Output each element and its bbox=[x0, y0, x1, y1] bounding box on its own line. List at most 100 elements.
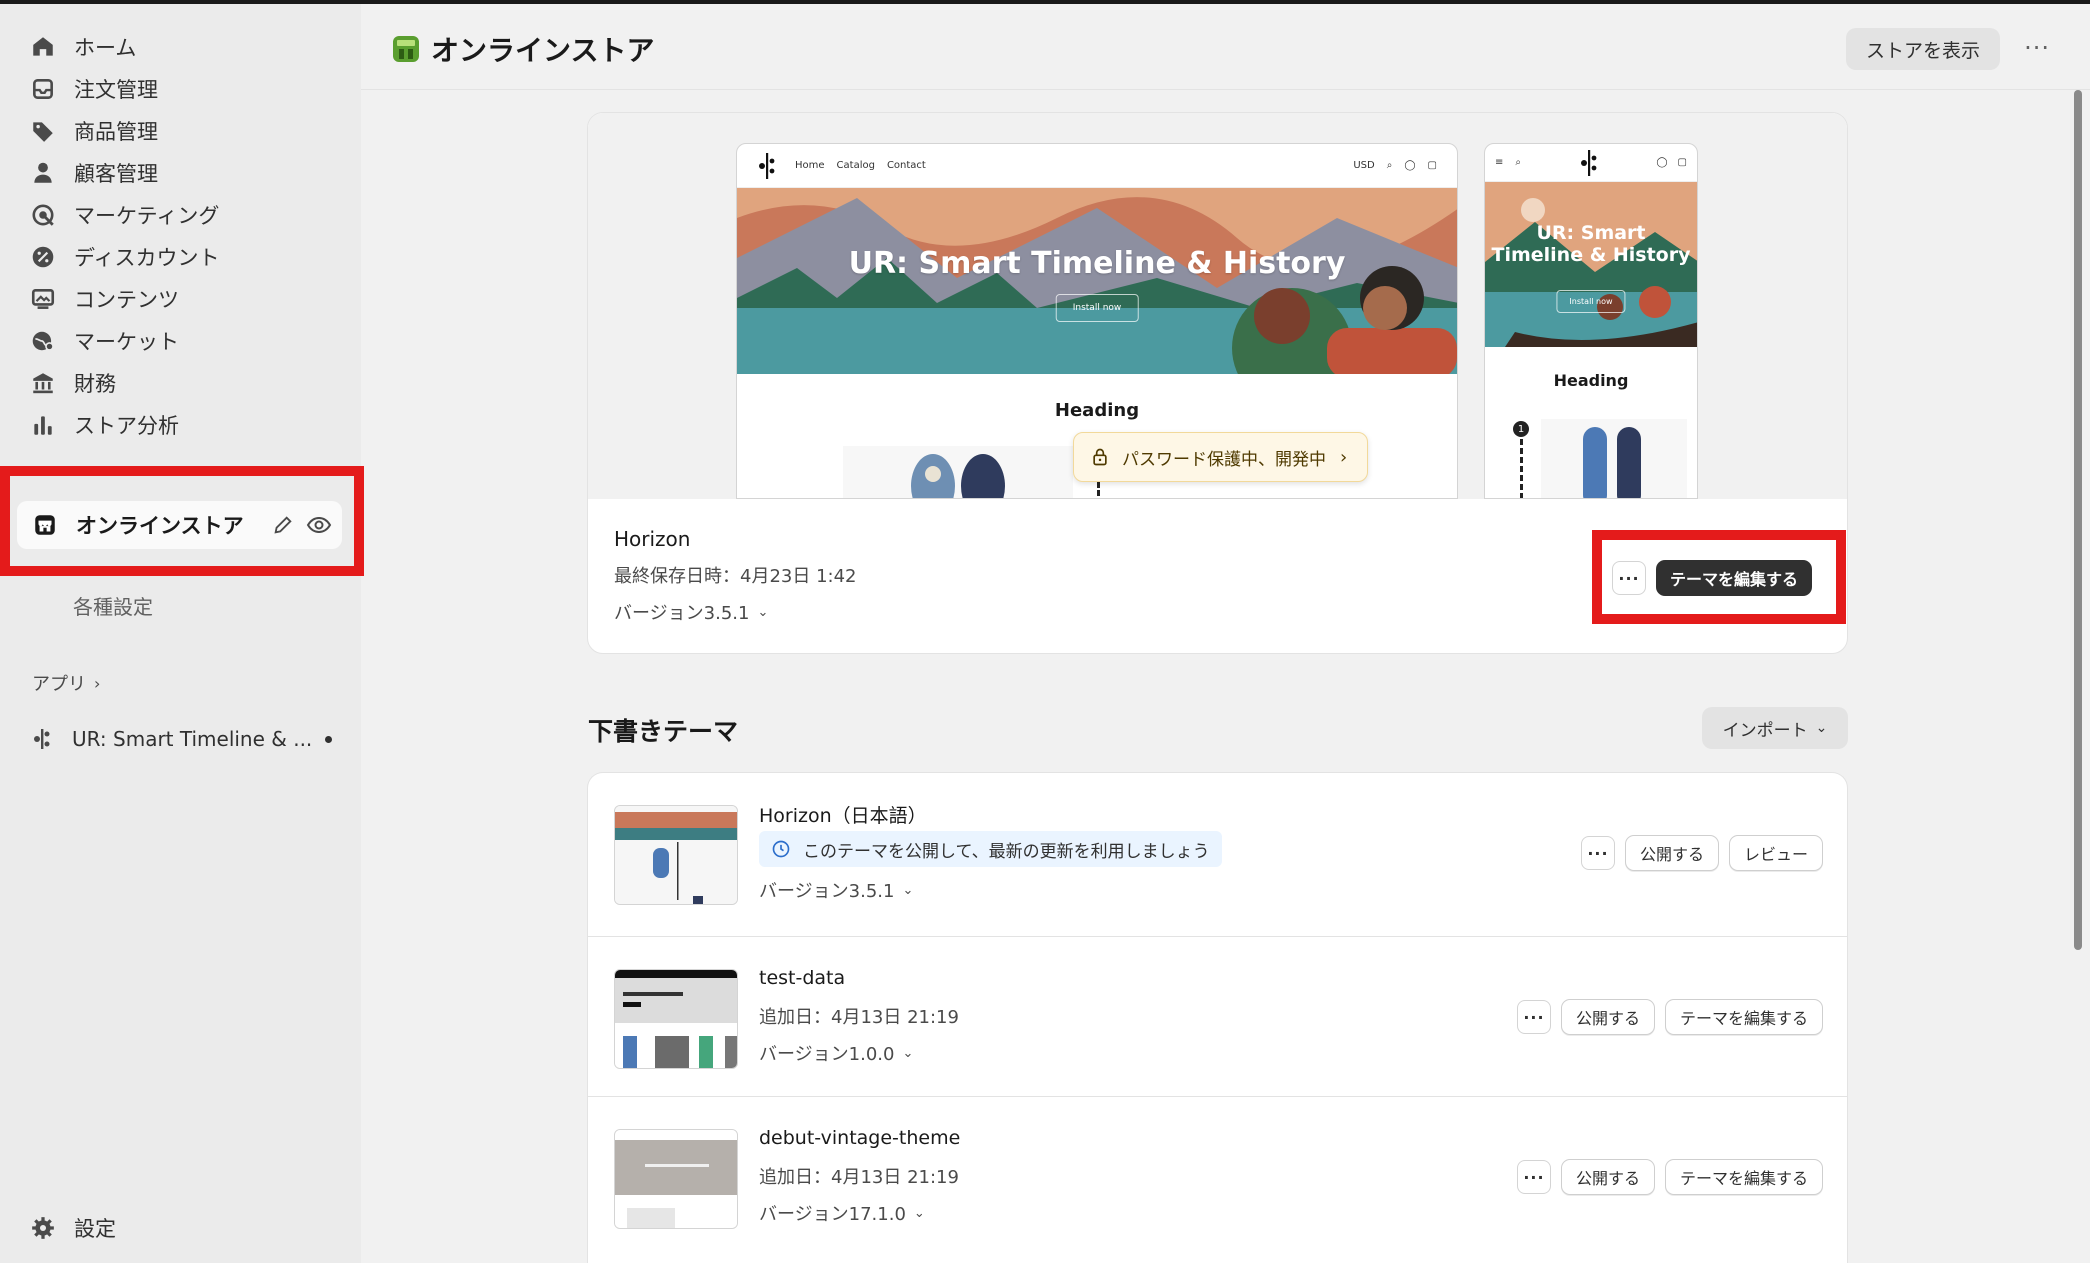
draft-version-toggle[interactable]: バージョン17.1.0 ⌄ bbox=[759, 1200, 925, 1226]
apps-label: アプリ bbox=[32, 674, 86, 695]
lock-icon bbox=[1093, 448, 1107, 466]
draft-theme-added: 追加日：4月13日 21:19 bbox=[759, 1167, 959, 1188]
sidebar-item-customers[interactable]: 顧客管理 bbox=[30, 154, 158, 192]
image-icon bbox=[31, 289, 55, 309]
gear-icon bbox=[32, 1217, 54, 1239]
sidebar-item-orders[interactable]: 注文管理 bbox=[30, 70, 158, 108]
chevron-down-icon: ⌄ bbox=[902, 882, 914, 898]
sidebar-item-analytics[interactable]: ストア分析 bbox=[30, 406, 179, 444]
sidebar-item-label: 顧客管理 bbox=[74, 162, 158, 186]
pin-dot-icon bbox=[325, 735, 332, 743]
sidebar-item-content[interactable]: コンテンツ bbox=[30, 280, 179, 318]
current-theme-saved: 最終保存日時：4月23日 1:42 bbox=[614, 566, 857, 587]
import-label: インポート bbox=[1722, 720, 1808, 741]
update-notice: このテーマを公開して、最新の更新を利用しましょう bbox=[759, 831, 1222, 867]
sidebar-item-markets[interactable]: マーケット bbox=[30, 322, 179, 360]
preview-logo-icon bbox=[1580, 149, 1597, 176]
theme-thumbnail bbox=[614, 969, 738, 1069]
draft-themes-card: Horizon（日本語） このテーマを公開して、最新の更新を利用しましょう バー… bbox=[587, 772, 1848, 1263]
sidebar-item-marketing[interactable]: マーケティング bbox=[30, 196, 219, 234]
mobile-preview-heading: Heading bbox=[1553, 371, 1629, 390]
sidebar-item-products[interactable]: 商品管理 bbox=[30, 112, 158, 150]
preview-logo-icon bbox=[759, 152, 775, 179]
scrollbar[interactable] bbox=[2074, 90, 2082, 950]
draft-more-button[interactable]: ··· bbox=[1580, 836, 1615, 870]
publish-button[interactable]: 公開する bbox=[1560, 999, 1655, 1035]
page-title-text: オンラインストア bbox=[431, 34, 655, 67]
sidebar-item-label: マーケティング bbox=[74, 204, 220, 228]
sidebar-app-ur-timeline[interactable]: UR: Smart Timeline & ... bbox=[30, 723, 340, 755]
sidebar-item-online-store[interactable]: オンラインストア bbox=[17, 501, 342, 549]
edit-theme-button[interactable]: テーマを編集する bbox=[1664, 1159, 1823, 1195]
page-header: オンラインストア ストアを表示 ··· bbox=[361, 4, 2090, 90]
edit-pencil-icon[interactable] bbox=[272, 514, 294, 536]
sidebar-subitem-settings[interactable]: 各種設定 bbox=[73, 591, 153, 620]
review-button[interactable]: レビュー bbox=[1728, 835, 1823, 871]
sidebar-item-discounts[interactable]: ディスカウント bbox=[30, 238, 220, 276]
mobile-hero-title-line: UR: Smart bbox=[1536, 222, 1646, 244]
preview-nav: Home Catalog Contact USD ⌕ ◯ ▢ bbox=[737, 144, 1457, 188]
preview-timeline-line bbox=[1520, 439, 1523, 498]
chart-icon bbox=[34, 416, 52, 435]
mobile-preview-hero-button: Install now bbox=[1556, 290, 1626, 313]
preview-step-number: 1 bbox=[1513, 421, 1529, 437]
preview-product-image bbox=[843, 446, 1073, 498]
preview-heading: Heading bbox=[1054, 400, 1140, 421]
person-icon bbox=[34, 162, 52, 183]
online-store-app-icon bbox=[393, 36, 419, 62]
view-store-button[interactable]: ストアを表示 bbox=[1845, 28, 2000, 70]
preview-nav-link: Contact bbox=[886, 160, 926, 171]
sidebar-item-settings[interactable]: 設定 bbox=[30, 1213, 116, 1243]
draft-version-toggle[interactable]: バージョン1.0.0 ⌄ bbox=[759, 1040, 913, 1066]
sidebar-item-label: ホーム bbox=[74, 36, 137, 60]
theme-thumbnail bbox=[614, 1129, 738, 1229]
draft-version-toggle[interactable]: バージョン3.5.1 ⌄ bbox=[759, 877, 913, 903]
eye-icon[interactable] bbox=[306, 514, 332, 536]
version-label: バージョン17.1.0 bbox=[759, 1204, 906, 1225]
preview-hero-button: Install now bbox=[1055, 294, 1139, 322]
more-actions-icon[interactable]: ··· bbox=[2024, 34, 2050, 62]
chevron-right-icon: › bbox=[94, 673, 101, 693]
app-item-label: UR: Smart Timeline & ... bbox=[72, 727, 313, 751]
draft-theme-name: Horizon（日本語） bbox=[759, 805, 927, 827]
password-protected-badge[interactable]: パスワード保護中、開発中 › bbox=[1073, 432, 1369, 482]
sidebar-item-home[interactable]: ホーム bbox=[30, 28, 136, 66]
chevron-down-icon: ⌄ bbox=[913, 1205, 925, 1221]
draft-theme-row: test-data 追加日：4月13日 21:19 バージョン1.0.0 ⌄ ·… bbox=[588, 937, 1847, 1097]
import-button[interactable]: インポート ⌄ bbox=[1702, 707, 1848, 749]
apps-section-header[interactable]: アプリ › bbox=[32, 670, 100, 696]
preview-cart-icon: ▢ bbox=[1677, 157, 1687, 168]
preview-cart-icon: ▢ bbox=[1427, 160, 1437, 171]
current-theme-name: Horizon bbox=[614, 527, 691, 551]
version-label: バージョン3.5.1 bbox=[759, 881, 895, 902]
current-theme-version-toggle[interactable]: バージョン3.5.1 ⌄ bbox=[614, 599, 768, 625]
clock-icon bbox=[772, 840, 790, 858]
page-title: オンラインストア bbox=[391, 29, 654, 69]
password-badge-text: パスワード保護中、開発中 bbox=[1122, 449, 1326, 470]
discount-icon bbox=[32, 246, 54, 268]
version-label: バージョン3.5.1 bbox=[614, 603, 750, 624]
current-theme-more-button[interactable]: ··· bbox=[1612, 561, 1646, 595]
preview-account-icon: ◯ bbox=[1656, 157, 1668, 168]
preview-search-icon: ⌕ bbox=[1515, 157, 1521, 168]
draft-row-actions: ··· 公開する テーマを編集する bbox=[1516, 999, 1823, 1035]
publish-button[interactable]: 公開する bbox=[1624, 835, 1719, 871]
mobile-preview-product-image bbox=[1541, 419, 1687, 498]
draft-themes-title: 下書きテーマ bbox=[588, 717, 739, 746]
sidebar-item-label: 注文管理 bbox=[74, 78, 158, 102]
publish-button[interactable]: 公開する bbox=[1560, 1159, 1655, 1195]
draft-row-actions: ··· 公開する テーマを編集する bbox=[1516, 1159, 1823, 1195]
update-notice-text: このテーマを公開して、最新の更新を利用しましょう bbox=[803, 841, 1210, 862]
sidebar-item-finance[interactable]: 財務 bbox=[30, 364, 116, 402]
chevron-down-icon: ⌄ bbox=[757, 604, 769, 620]
preview-hero: UR: Smart Timeline & History Install now bbox=[737, 188, 1457, 374]
mobile-preview-hero-title: UR: Smart Timeline & History bbox=[1485, 222, 1697, 266]
draft-more-button[interactable]: ··· bbox=[1516, 1160, 1551, 1194]
preview-search-icon: ⌕ bbox=[1386, 160, 1393, 171]
draft-more-button[interactable]: ··· bbox=[1516, 1000, 1551, 1034]
sidebar-item-label: 商品管理 bbox=[74, 120, 158, 144]
sidebar: ホーム 注文管理 商品管理 顧客管理 マーケティング ディスカウント コンテンツ… bbox=[0, 4, 364, 1263]
edit-theme-button[interactable]: テーマを編集する bbox=[1656, 560, 1813, 596]
draft-theme-name: test-data bbox=[759, 967, 846, 989]
edit-theme-button[interactable]: テーマを編集する bbox=[1664, 999, 1823, 1035]
